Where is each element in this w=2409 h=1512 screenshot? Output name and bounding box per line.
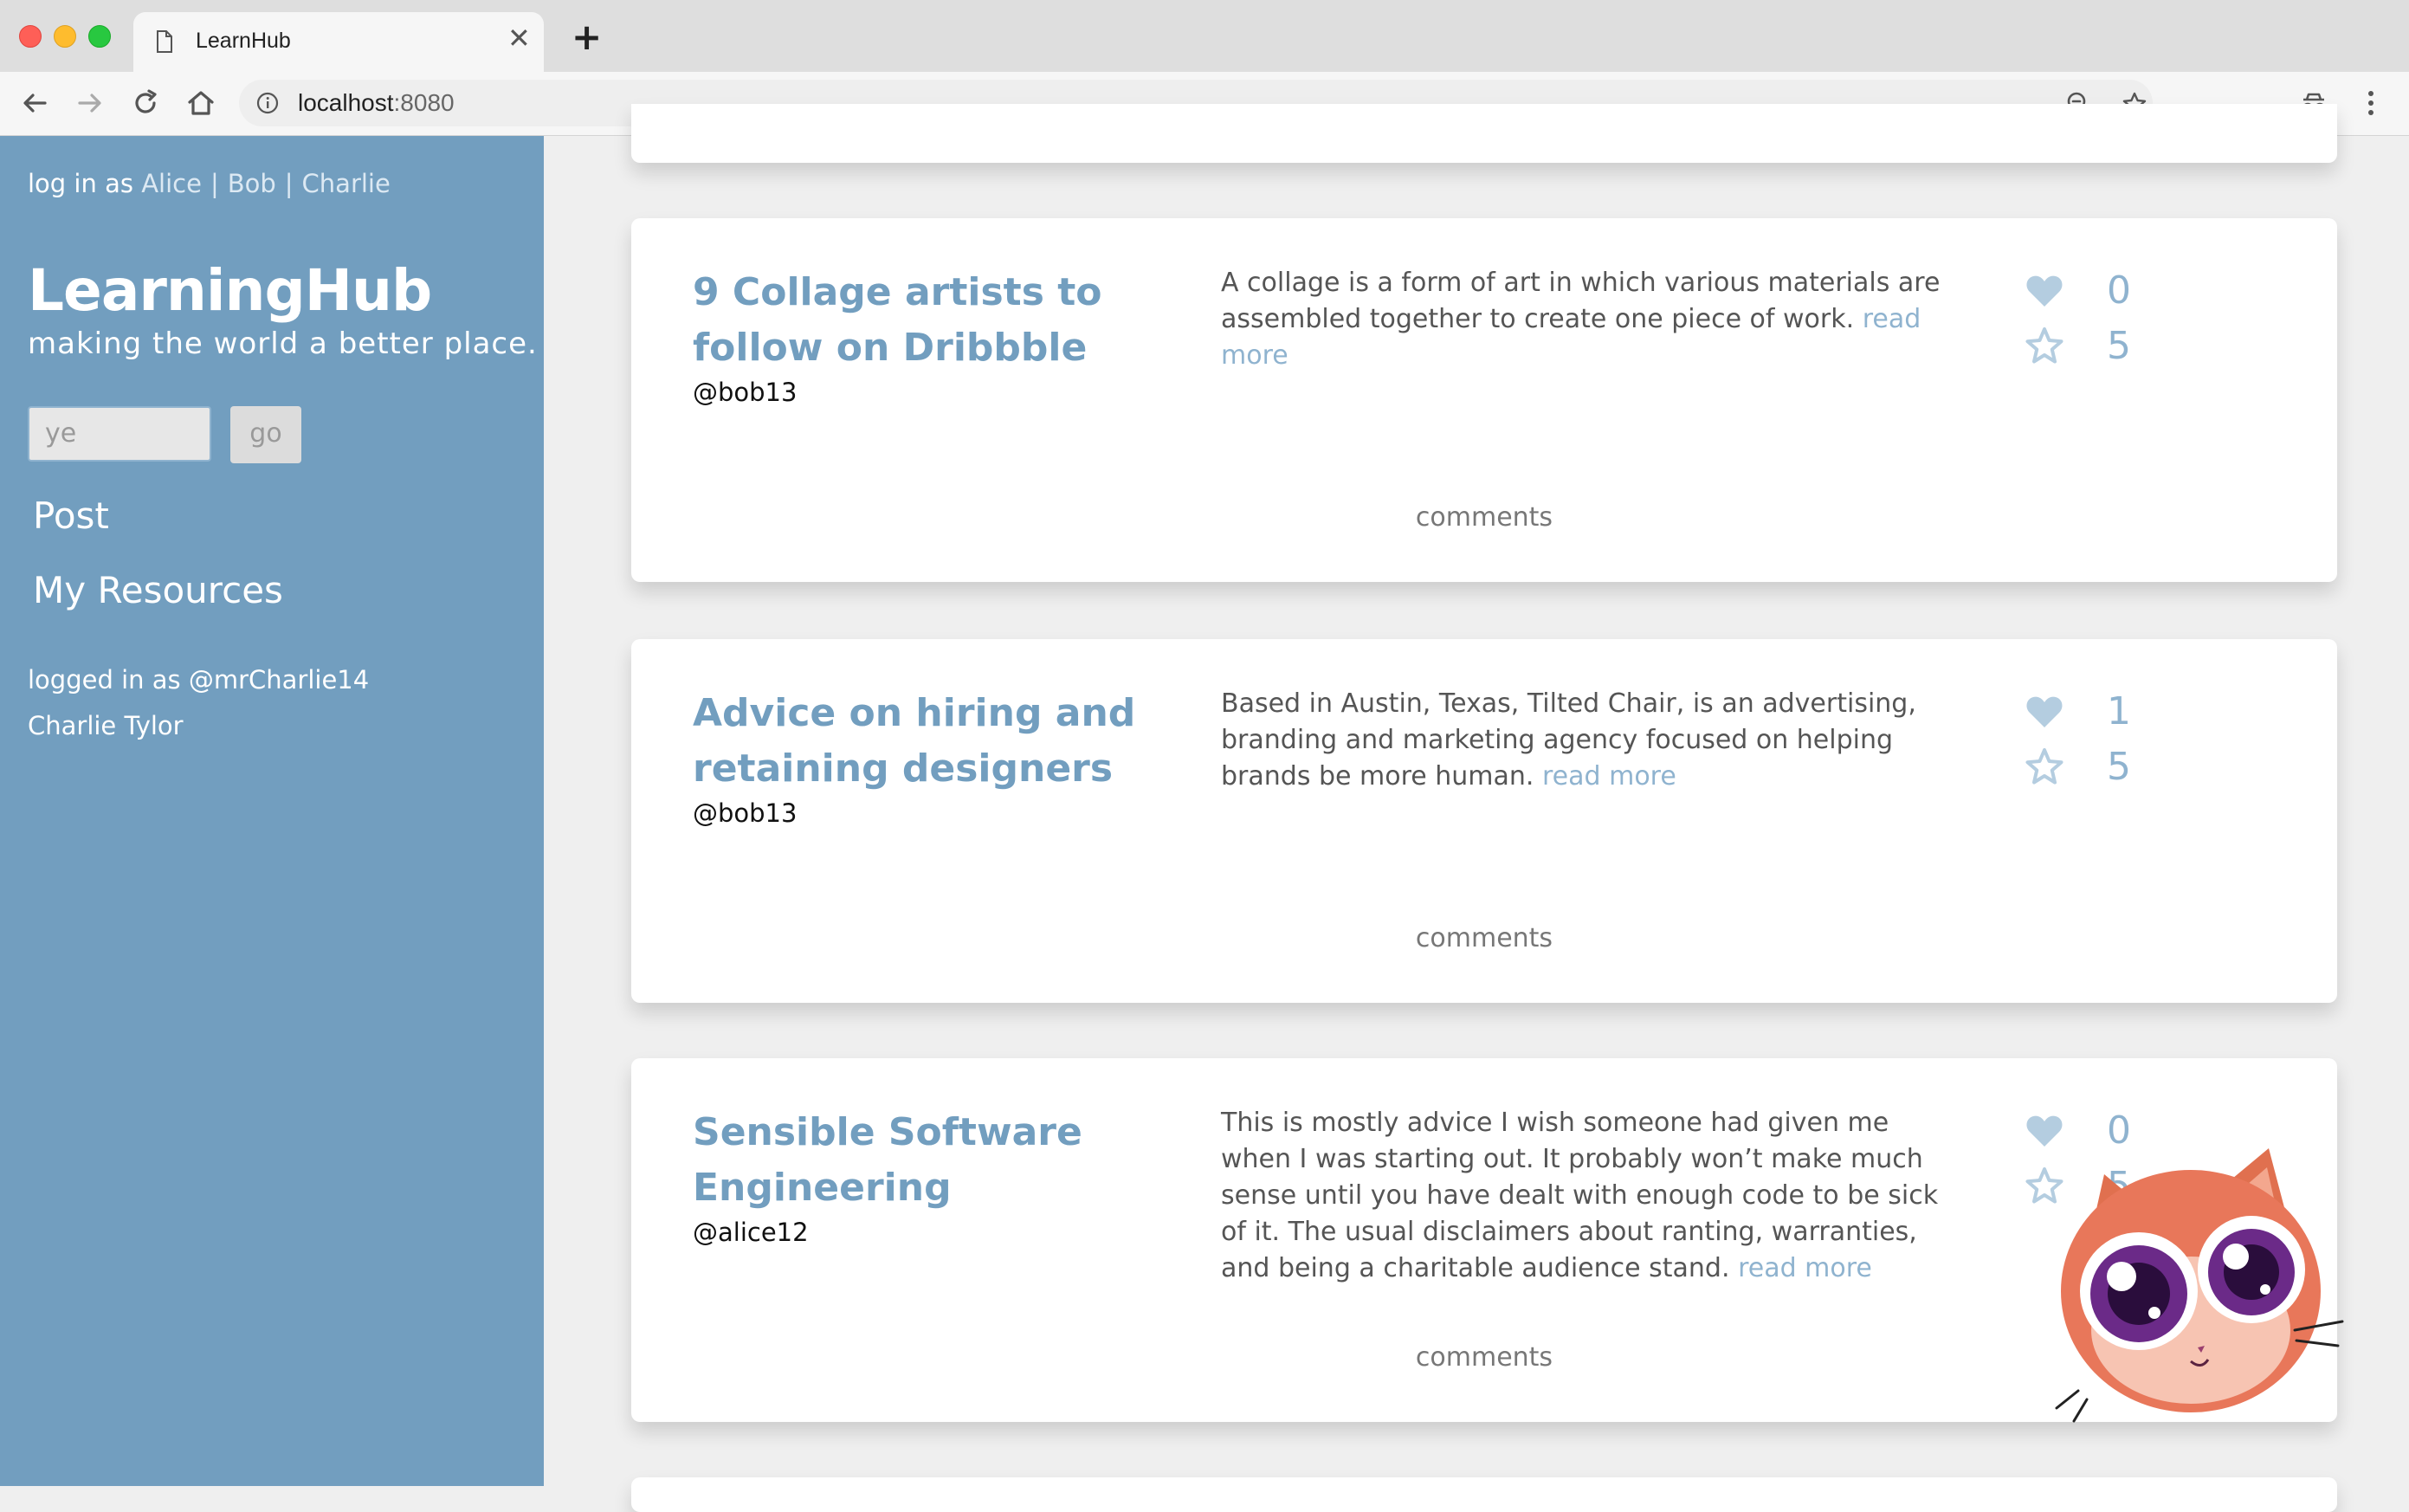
heart-icon[interactable] <box>2024 270 2065 312</box>
menu-icon[interactable] <box>2355 87 2386 119</box>
brand-tagline: making the world a better place. <box>28 326 538 361</box>
resource-title-link[interactable]: Advice on hiring and retaining designers <box>693 686 1195 797</box>
resource-card: 9 Collage artists to follow on Dribbble … <box>631 218 2337 582</box>
search-input[interactable]: ye <box>28 406 211 462</box>
url-text: localhost:8080 <box>298 89 455 116</box>
logged-in-info: logged in as @mrCharlie14 Charlie Tylor <box>28 657 369 749</box>
browser-tabbar: LearnHub ✕ + <box>0 0 2409 72</box>
like-count: 0 <box>2107 268 2131 313</box>
resource-author: @alice12 <box>693 1218 809 1247</box>
resource-card-next <box>631 1477 2337 1512</box>
resource-title-link[interactable]: 9 Collage artists to follow on Dribbble <box>693 265 1195 376</box>
resource-description: This is mostly advice I wish someone had… <box>1221 1108 1939 1283</box>
new-tab-button[interactable]: + <box>572 19 602 55</box>
resource-description: Based in Austin, Texas, Tilted Chair, is… <box>1221 688 1916 792</box>
resource-title-link[interactable]: Sensible Software Engineering <box>693 1105 1195 1216</box>
star-icon[interactable] <box>2024 326 2065 367</box>
resource-card-previous <box>631 104 2337 163</box>
resource-author: @bob13 <box>693 798 798 828</box>
brand-title[interactable]: LearningHub <box>28 257 432 324</box>
close-window-button[interactable] <box>19 25 42 48</box>
login-bob-link[interactable]: Bob <box>228 169 276 198</box>
logged-in-name: Charlie Tylor <box>28 711 184 740</box>
maximize-window-button[interactable] <box>88 25 111 48</box>
back-icon[interactable] <box>17 86 52 120</box>
nav-my-resources-link[interactable]: My Resources <box>33 569 283 611</box>
search-go-button[interactable]: go <box>230 406 301 463</box>
info-icon[interactable] <box>256 92 279 114</box>
star-count: 5 <box>2107 745 2131 789</box>
document-icon <box>157 30 172 53</box>
home-icon[interactable] <box>184 86 218 120</box>
minimize-window-button[interactable] <box>54 25 76 48</box>
comments-link[interactable]: comments <box>631 502 2337 533</box>
login-charlie-link[interactable]: Charlie <box>302 169 391 198</box>
resource-description: A collage is a form of art in which vari… <box>1221 268 1941 371</box>
comments-link[interactable]: comments <box>631 923 2337 953</box>
heart-icon[interactable] <box>2024 1110 2065 1152</box>
forward-icon[interactable] <box>73 86 107 120</box>
browser-tab[interactable]: LearnHub ✕ <box>133 12 544 72</box>
login-prefix: log in as <box>28 169 133 198</box>
read-more-link[interactable]: read more <box>1542 761 1676 792</box>
like-count: 1 <box>2107 689 2131 733</box>
reload-icon[interactable] <box>128 86 163 120</box>
separator: | <box>210 169 219 198</box>
star-icon[interactable] <box>2024 746 2065 788</box>
sidebar: log in as Alice | Bob | Charlie LearningHub … <box>0 136 544 1486</box>
logged-in-handle: logged in as @mrCharlie14 <box>28 665 370 695</box>
star-count: 5 <box>2107 324 2131 368</box>
cat-sticker[interactable] <box>2052 1148 2347 1434</box>
separator: | <box>284 169 294 198</box>
login-alice-link[interactable]: Alice <box>141 169 202 198</box>
read-more-link[interactable]: read more <box>1738 1253 1872 1283</box>
login-switcher: log in as Alice | Bob | Charlie <box>28 169 391 198</box>
close-tab-icon[interactable]: ✕ <box>507 24 531 52</box>
tab-title: LearnHub <box>196 29 291 53</box>
resource-card: Advice on hiring and retaining designers… <box>631 639 2337 1003</box>
like-count: 0 <box>2107 1108 2131 1153</box>
nav-post-link[interactable]: Post <box>33 494 109 537</box>
resource-author: @bob13 <box>693 378 798 407</box>
heart-icon[interactable] <box>2024 691 2065 733</box>
